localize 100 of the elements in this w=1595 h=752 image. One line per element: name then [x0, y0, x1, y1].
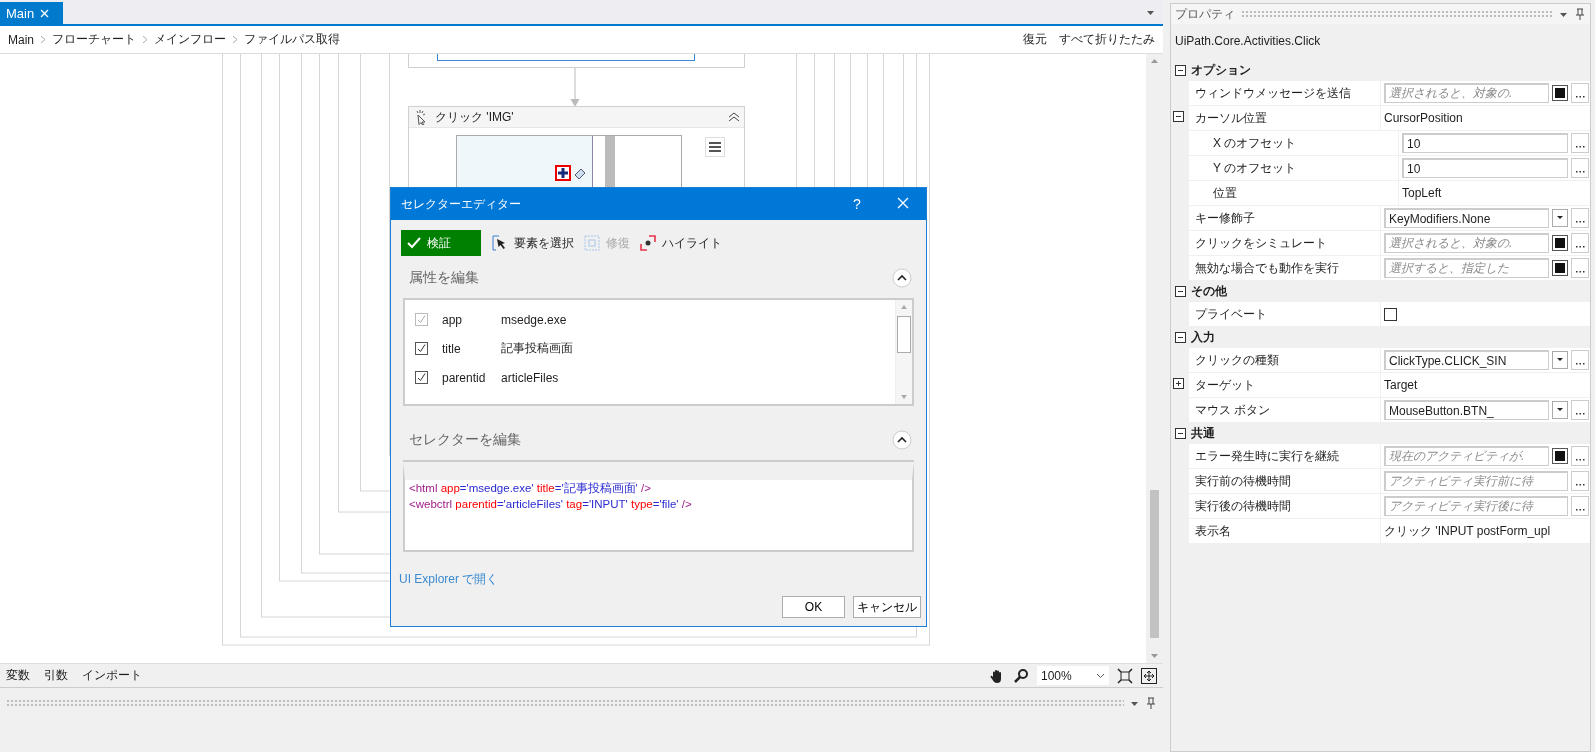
- toolbar-button[interactable]: 要素を選択: [489, 230, 577, 256]
- activity-type: UiPath.Core.Activities.Click: [1174, 33, 1322, 50]
- attribute-value: 記事投稿画面: [501, 340, 573, 357]
- collapse-box-icon[interactable]: [1173, 111, 1184, 122]
- ellipsis-icon: [1575, 245, 1585, 248]
- more-button[interactable]: [1571, 400, 1589, 420]
- property-label: 表示名: [1195, 522, 1231, 540]
- expression-field[interactable]: 選択されると、対象の.: [1384, 233, 1549, 253]
- checkbox[interactable]: [415, 342, 428, 355]
- property-label: 実行後の待機時間: [1195, 497, 1291, 515]
- toggle-square-icon[interactable]: [1552, 448, 1568, 464]
- toggle-square-icon[interactable]: [1552, 235, 1568, 251]
- crosshair-icon: [555, 165, 571, 181]
- dropdown-field[interactable]: KeyModifiers.None: [1384, 208, 1549, 228]
- panel-grip[interactable]: [6, 699, 1124, 707]
- attribute-value: msedge.exe: [501, 312, 567, 327]
- property-label: 位置: [1213, 184, 1237, 202]
- pin-icon[interactable]: [1574, 7, 1586, 21]
- panel-tab[interactable]: 引数: [44, 667, 68, 684]
- more-button[interactable]: [1571, 208, 1589, 228]
- expression-field[interactable]: 現在のアクティビティが.: [1384, 446, 1549, 466]
- input-field[interactable]: 10: [1402, 133, 1568, 153]
- expression-field[interactable]: 選択すると、指定した: [1384, 258, 1549, 278]
- toggle-square-icon[interactable]: [1552, 260, 1568, 276]
- property-label: エラー発生時に実行を継続: [1195, 447, 1339, 465]
- panel-tab[interactable]: インポート: [82, 667, 142, 684]
- expand-box-icon[interactable]: [1173, 378, 1184, 389]
- flow-arrow: [570, 68, 580, 108]
- attribute-value: articleFiles: [501, 370, 559, 385]
- input-field[interactable]: 10: [1402, 158, 1568, 178]
- panel-tab[interactable]: 変数: [6, 667, 30, 684]
- vertical-scrollbar[interactable]: [895, 300, 912, 404]
- expression-field[interactable]: アクティビティ実行前に待: [1384, 471, 1568, 491]
- fullscreen-icon[interactable]: [1141, 667, 1157, 684]
- breadcrumb-item[interactable]: フローチャート: [52, 31, 136, 48]
- section-title: 属性を編集: [409, 269, 479, 287]
- menu-icon[interactable]: [705, 137, 725, 157]
- help-button[interactable]: ?: [834, 195, 880, 213]
- breadcrumb-item[interactable]: Main: [8, 32, 34, 47]
- pin-icon[interactable]: [1145, 696, 1157, 710]
- property-value: CursorPosition: [1384, 111, 1463, 125]
- property-label: キー修飾子: [1195, 209, 1255, 227]
- toolbar-button[interactable]: ハイライト: [637, 230, 725, 256]
- collapse-box-icon[interactable]: [1175, 65, 1186, 76]
- selector-code-line: <html app='msedge.exe' title='記事投稿画面' />: [408, 481, 652, 496]
- dropdown-field[interactable]: ClickType.CLICK_SIN: [1384, 350, 1549, 370]
- more-button[interactable]: [1571, 158, 1589, 178]
- chevron-right-icon: [232, 35, 238, 44]
- more-button[interactable]: [1571, 350, 1589, 370]
- dropdown-field[interactable]: MouseButton.BTN_: [1384, 400, 1549, 420]
- eraser-icon: [573, 166, 587, 180]
- collapse-box-icon[interactable]: [1175, 286, 1186, 297]
- checkbox[interactable]: [1384, 307, 1397, 321]
- expression-field[interactable]: 選択されると、対象の.: [1384, 83, 1549, 103]
- toolbar-link[interactable]: すべて折りたたみ: [1059, 31, 1155, 48]
- fit-to-screen-icon[interactable]: [1117, 667, 1133, 684]
- panel-grip[interactable]: [1241, 10, 1553, 18]
- category-header: オプション: [1191, 62, 1251, 79]
- expression-field[interactable]: アクティビティ実行後に待: [1384, 496, 1568, 516]
- scroll-thumb[interactable]: [1150, 490, 1159, 638]
- property-label: Y のオフセット: [1213, 159, 1297, 177]
- more-button[interactable]: [1571, 471, 1589, 491]
- breadcrumb-item[interactable]: ファイルパス取得: [244, 31, 340, 48]
- property-label: カーソル位置: [1195, 109, 1267, 127]
- zoom-dropdown[interactable]: 100%: [1037, 666, 1109, 685]
- collapse-box-icon[interactable]: [1175, 428, 1186, 439]
- ellipsis-icon: [1575, 270, 1585, 273]
- selector-editor-field[interactable]: <html app='msedge.exe' title='記事投稿画面' /> <webctrl parentid='articleFiles' tag='INPUT' type='file' />: [403, 462, 914, 552]
- chevron-right-icon: [142, 35, 148, 44]
- category-header: 入力: [1191, 329, 1215, 346]
- cancel-button[interactable]: キャンセル: [853, 596, 921, 618]
- checkbox[interactable]: [415, 371, 428, 384]
- vertical-scrollbar[interactable]: [1146, 54, 1163, 663]
- validate-button[interactable]: 検証: [401, 230, 481, 256]
- property-label: クリックの種類: [1195, 351, 1279, 369]
- ellipsis-icon: [1575, 145, 1585, 148]
- highlight-icon: [640, 235, 656, 251]
- caret-icon: [1096, 671, 1105, 680]
- property-label: プライベート: [1195, 305, 1267, 323]
- scroll-thumb[interactable]: [897, 316, 911, 353]
- selector-code-line: <webctrl parentid='articleFiles' tag='INPUT' type='file' />: [408, 497, 693, 512]
- collapse-icon[interactable]: [728, 111, 740, 123]
- repair-icon: [584, 235, 600, 251]
- more-button[interactable]: [1571, 496, 1589, 516]
- document-tab[interactable]: Main: [0, 2, 64, 24]
- collapse-box-icon[interactable]: [1175, 332, 1186, 343]
- toggle-square-icon[interactable]: [1552, 85, 1568, 101]
- ellipsis-icon: [1575, 220, 1585, 223]
- ellipsis-icon: [1575, 412, 1585, 415]
- ok-button[interactable]: OK: [782, 596, 845, 618]
- ellipsis-icon: [1575, 483, 1585, 486]
- magnifier-icon[interactable]: [1013, 667, 1029, 684]
- activity-title: クリック 'IMG': [435, 108, 515, 126]
- property-label: ウィンドウメッセージを送信: [1195, 84, 1351, 102]
- breadcrumb-item[interactable]: メインフロー: [154, 31, 226, 48]
- toolbar-link[interactable]: 復元: [1023, 31, 1047, 48]
- close-icon[interactable]: [40, 8, 50, 18]
- more-button[interactable]: [1571, 133, 1589, 153]
- dialog-title: セレクターエディター: [401, 195, 522, 213]
- close-icon: [897, 197, 909, 209]
